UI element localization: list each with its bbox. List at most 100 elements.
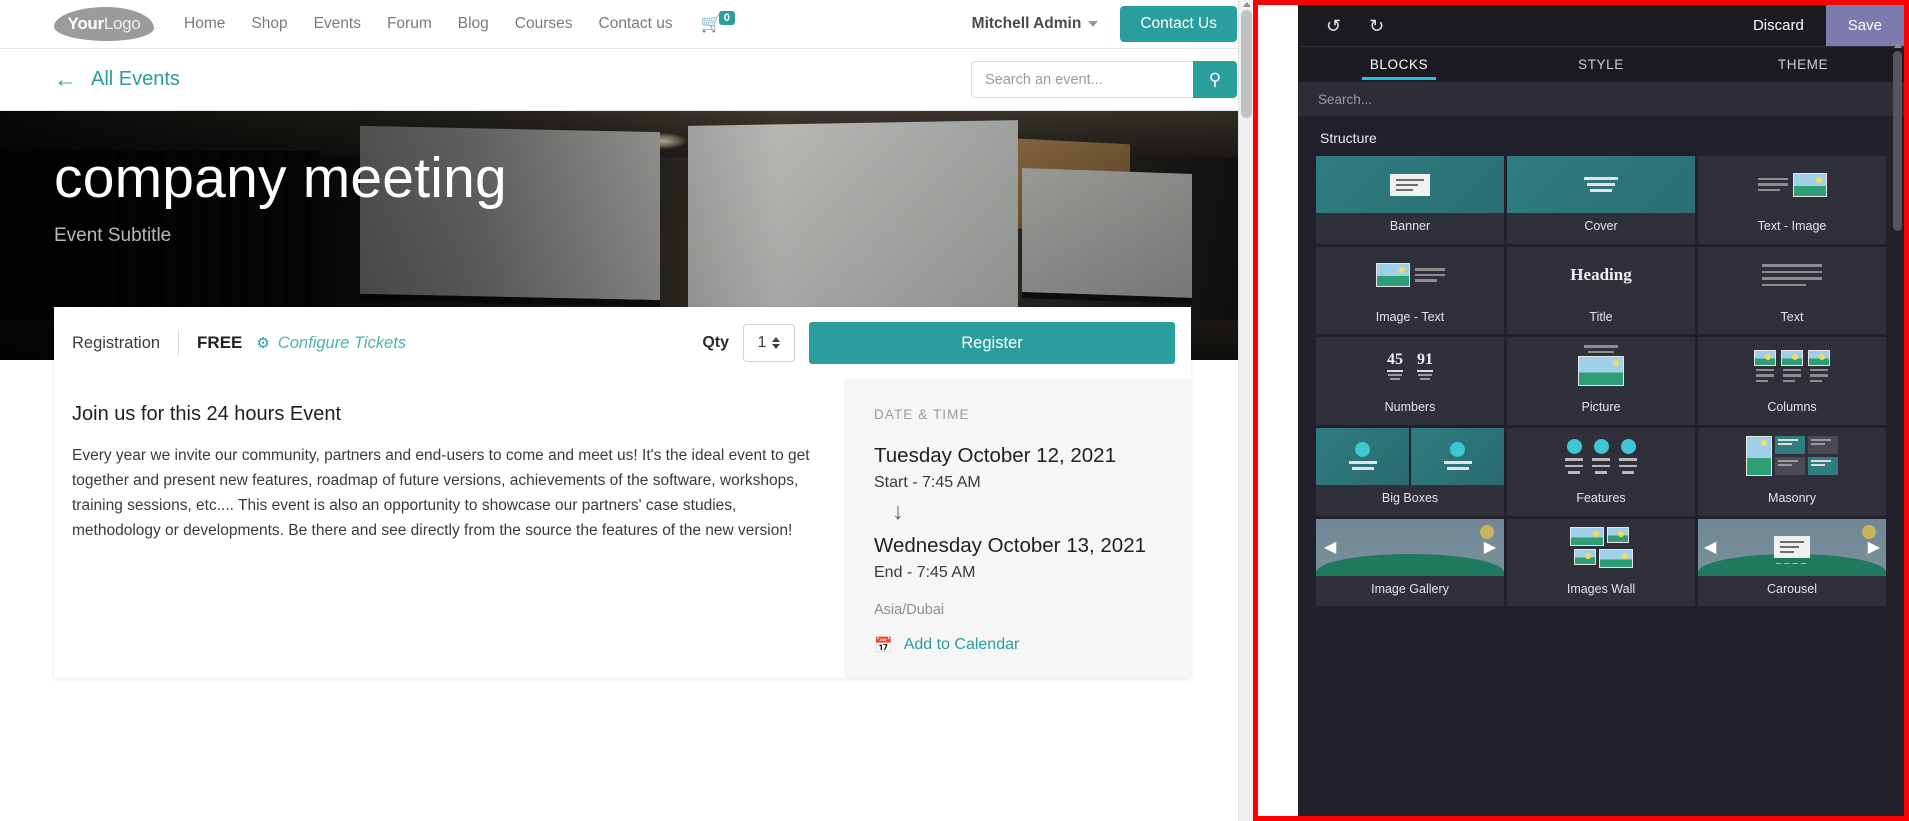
nav-link-courses[interactable]: Courses [515,15,573,33]
all-events-back-link[interactable]: ← All Events [54,68,180,91]
site-logo[interactable]: Your Logo [54,7,154,41]
logo-text: Your Logo [54,7,154,41]
user-menu[interactable]: Mitchell Admin [972,15,1099,33]
nav-links: Home Shop Events Forum Blog Courses Cont… [184,15,673,33]
user-name: Mitchell Admin [971,15,1082,32]
end-time: End - 7:45 AM [874,564,976,581]
sub-header: ← All Events ⚲ [0,48,1253,111]
nav-link-events[interactable]: Events [314,15,361,33]
scroll-up-arrow-icon[interactable] [1894,42,1902,48]
block-label: Title [1589,309,1613,324]
block-image-gallery[interactable]: ◀ ▶ Image Gallery [1316,518,1504,607]
block-columns[interactable]: Columns [1698,337,1886,425]
add-to-calendar-link[interactable]: 📅 Add to Calendar [874,636,1167,654]
search-input[interactable] [971,61,1193,98]
big-boxes-thumbnail-icon [1316,427,1504,485]
blocks-search-placeholder: Search... [1318,91,1373,107]
block-carousel[interactable]: ◀ ▶ −−−− Carousel [1698,518,1886,607]
block-title[interactable]: Heading Title [1507,246,1695,335]
editor-inner: ↺ ↻ Discard Save BLOCKS STYLE THEME Sear… [1298,5,1904,816]
event-subtitle: Event Subtitle [54,224,172,246]
blocks-search-field[interactable]: Search... [1298,82,1904,116]
chevron-left-icon: ◀ [1704,539,1717,556]
blocks-panel: Structure Banner Cover Text - Image Imag… [1298,116,1904,816]
redo-icon[interactable]: ↻ [1355,17,1398,35]
register-button[interactable]: Register [809,322,1175,364]
configure-tickets-link[interactable]: ⚙ Configure Tickets [256,334,406,353]
nav-link-blog[interactable]: Blog [458,15,489,33]
editor-scrollbar[interactable] [1893,42,1902,812]
timezone: Asia/Dubai [874,602,945,618]
search-icon: ⚲ [1208,69,1222,89]
scroll-up-arrow-icon[interactable] [1243,2,1251,7]
event-description-body: Every year we invite our community, part… [72,447,810,540]
arrow-down-icon: ↓ [892,498,904,525]
block-big-boxes[interactable]: Big Boxes [1316,427,1504,516]
all-events-label: All Events [91,68,180,90]
block-image-text[interactable]: Image - Text [1316,246,1504,335]
numbers-thumbnail-icon: 45 91 [1316,337,1504,395]
columns-thumbnail-icon [1698,337,1886,395]
discard-button[interactable]: Discard [1731,17,1826,34]
blocks-grid: Banner Cover Text - Image Image - Text H… [1316,156,1886,607]
contact-us-button[interactable]: Contact Us [1120,6,1237,42]
block-label: Image - Text [1375,309,1445,324]
date-time-panel: DATE & TIME Tuesday October 12, 2021 Sta… [844,379,1191,678]
block-label: Big Boxes [1381,490,1439,505]
heading-sample-text: Heading [1570,265,1632,285]
nav-link-contact-us[interactable]: Contact us [599,15,673,33]
website-editor-panel: ↺ ↻ Discard Save BLOCKS STYLE THEME Sear… [1253,0,1909,821]
website-preview: Your Logo Home Shop Events Forum Blog Cou… [0,0,1253,821]
tab-style[interactable]: STYLE [1500,47,1702,82]
block-picture[interactable]: Picture [1507,337,1695,425]
title-thumbnail-icon: Heading [1507,246,1695,304]
nav-link-forum[interactable]: Forum [387,15,432,33]
registration-label: Registration [72,333,161,352]
block-text[interactable]: Text [1698,246,1886,335]
calendar-icon: 📅 [874,637,893,654]
editor-scrollbar-thumb[interactable] [1893,51,1902,231]
scrollbar-thumb[interactable] [1241,10,1252,118]
search-button[interactable]: ⚲ [1193,61,1237,98]
tab-theme[interactable]: THEME [1702,47,1904,82]
hero-text-group: company meeting Event Subtitle [54,148,507,247]
nav-link-shop[interactable]: Shop [251,15,287,33]
nav-right-group: Mitchell Admin Contact Us [972,6,1237,42]
nav-link-home[interactable]: Home [184,15,225,33]
add-to-calendar-label: Add to Calendar [903,636,1020,653]
block-numbers[interactable]: 45 91 Numbers [1316,337,1504,425]
cart-button[interactable]: 🛒 0 [701,11,735,34]
block-features[interactable]: Features [1507,427,1695,516]
registration-bar: Registration FREE ⚙ Configure Tickets Qt… [54,307,1191,379]
registration-price: FREE [197,333,243,352]
chevron-right-icon: ▶ [1483,539,1496,556]
page-scrollbar[interactable] [1238,0,1253,821]
configure-tickets-label: Configure Tickets [277,333,407,352]
block-masonry[interactable]: Masonry [1698,427,1886,516]
block-banner[interactable]: Banner [1316,156,1504,244]
chevron-right-icon: ▶ [1867,539,1880,556]
quantity-stepper[interactable]: 1 [743,324,795,362]
block-text-image[interactable]: Text - Image [1698,156,1886,244]
block-cover[interactable]: Cover [1507,156,1695,244]
start-date: Tuesday October 12, 2021 [874,444,1116,467]
event-description: Join us for this 24 hours Event Every ye… [54,379,844,678]
stepper-arrows-icon[interactable] [772,337,781,349]
cart-count-badge: 0 [718,11,735,25]
block-label: Text - Image [1757,219,1827,233]
block-label: Numbers [1384,400,1436,415]
save-button[interactable]: Save [1825,5,1904,46]
image-text-thumbnail-icon [1316,246,1504,304]
event-search: ⚲ [971,61,1237,98]
qty-label: Qty [702,334,729,351]
qty-value: 1 [757,334,767,351]
picture-thumbnail-icon [1507,337,1695,395]
tab-blocks[interactable]: BLOCKS [1298,47,1500,82]
block-label: Masonry [1768,490,1816,505]
undo-icon[interactable]: ↺ [1312,17,1355,35]
image-gallery-thumbnail-icon: ◀ ▶ [1316,518,1504,576]
editor-tabs: BLOCKS STYLE THEME [1298,46,1904,82]
logo-bold: Your [67,14,105,33]
quantity-group: Qty 1 Register [702,322,1191,364]
block-images-wall[interactable]: Images Wall [1507,518,1695,607]
